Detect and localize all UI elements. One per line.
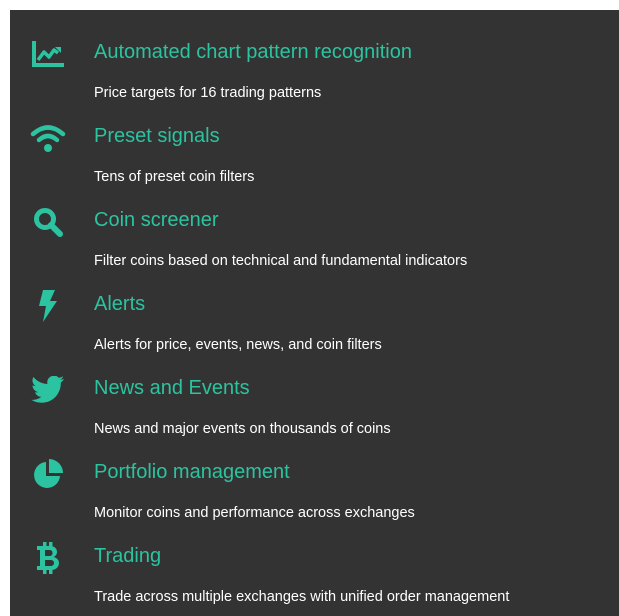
feature-description: News and major events on thousands of co… (94, 421, 391, 437)
feature-description: Monitor coins and performance across exc… (94, 505, 415, 521)
feature-chart-patterns: Automated chart pattern recognition Pric… (10, 20, 619, 104)
feature-description: Filter coins based on technical and fund… (94, 253, 468, 269)
pie-chart-icon (30, 456, 66, 492)
search-icon (30, 204, 66, 240)
feature-title: Alerts (94, 293, 146, 315)
twitter-bird-icon (30, 372, 66, 408)
feature-trading: Trading Trade across multiple exchanges … (10, 524, 619, 608)
line-chart-icon (30, 36, 66, 72)
feature-title: Portfolio management (94, 461, 290, 483)
features-panel: Automated chart pattern recognition Pric… (10, 10, 619, 616)
feature-title: Automated chart pattern recognition (94, 41, 412, 63)
feature-description: Price targets for 16 trading patterns (94, 85, 322, 101)
bitcoin-icon (30, 540, 66, 576)
feature-description: Trade across multiple exchanges with uni… (94, 589, 510, 605)
feature-portfolio-management: Portfolio management Monitor coins and p… (10, 440, 619, 524)
feature-preset-signals: Preset signals Tens of preset coin filte… (10, 104, 619, 188)
feature-description: Tens of preset coin filters (94, 169, 255, 185)
feature-coin-screener: Coin screener Filter coins based on tech… (10, 188, 619, 272)
feature-title: Coin screener (94, 209, 219, 231)
feature-description: Alerts for price, events, news, and coin… (94, 337, 382, 353)
feature-alerts: Alerts Alerts for price, events, news, a… (10, 272, 619, 356)
feature-title: Trading (94, 545, 162, 567)
feature-title: News and Events (94, 377, 250, 399)
lightning-bolt-icon (30, 288, 66, 324)
feature-news-events: News and Events News and major events on… (10, 356, 619, 440)
feature-title: Preset signals (94, 125, 220, 147)
wifi-signal-icon (30, 120, 66, 156)
